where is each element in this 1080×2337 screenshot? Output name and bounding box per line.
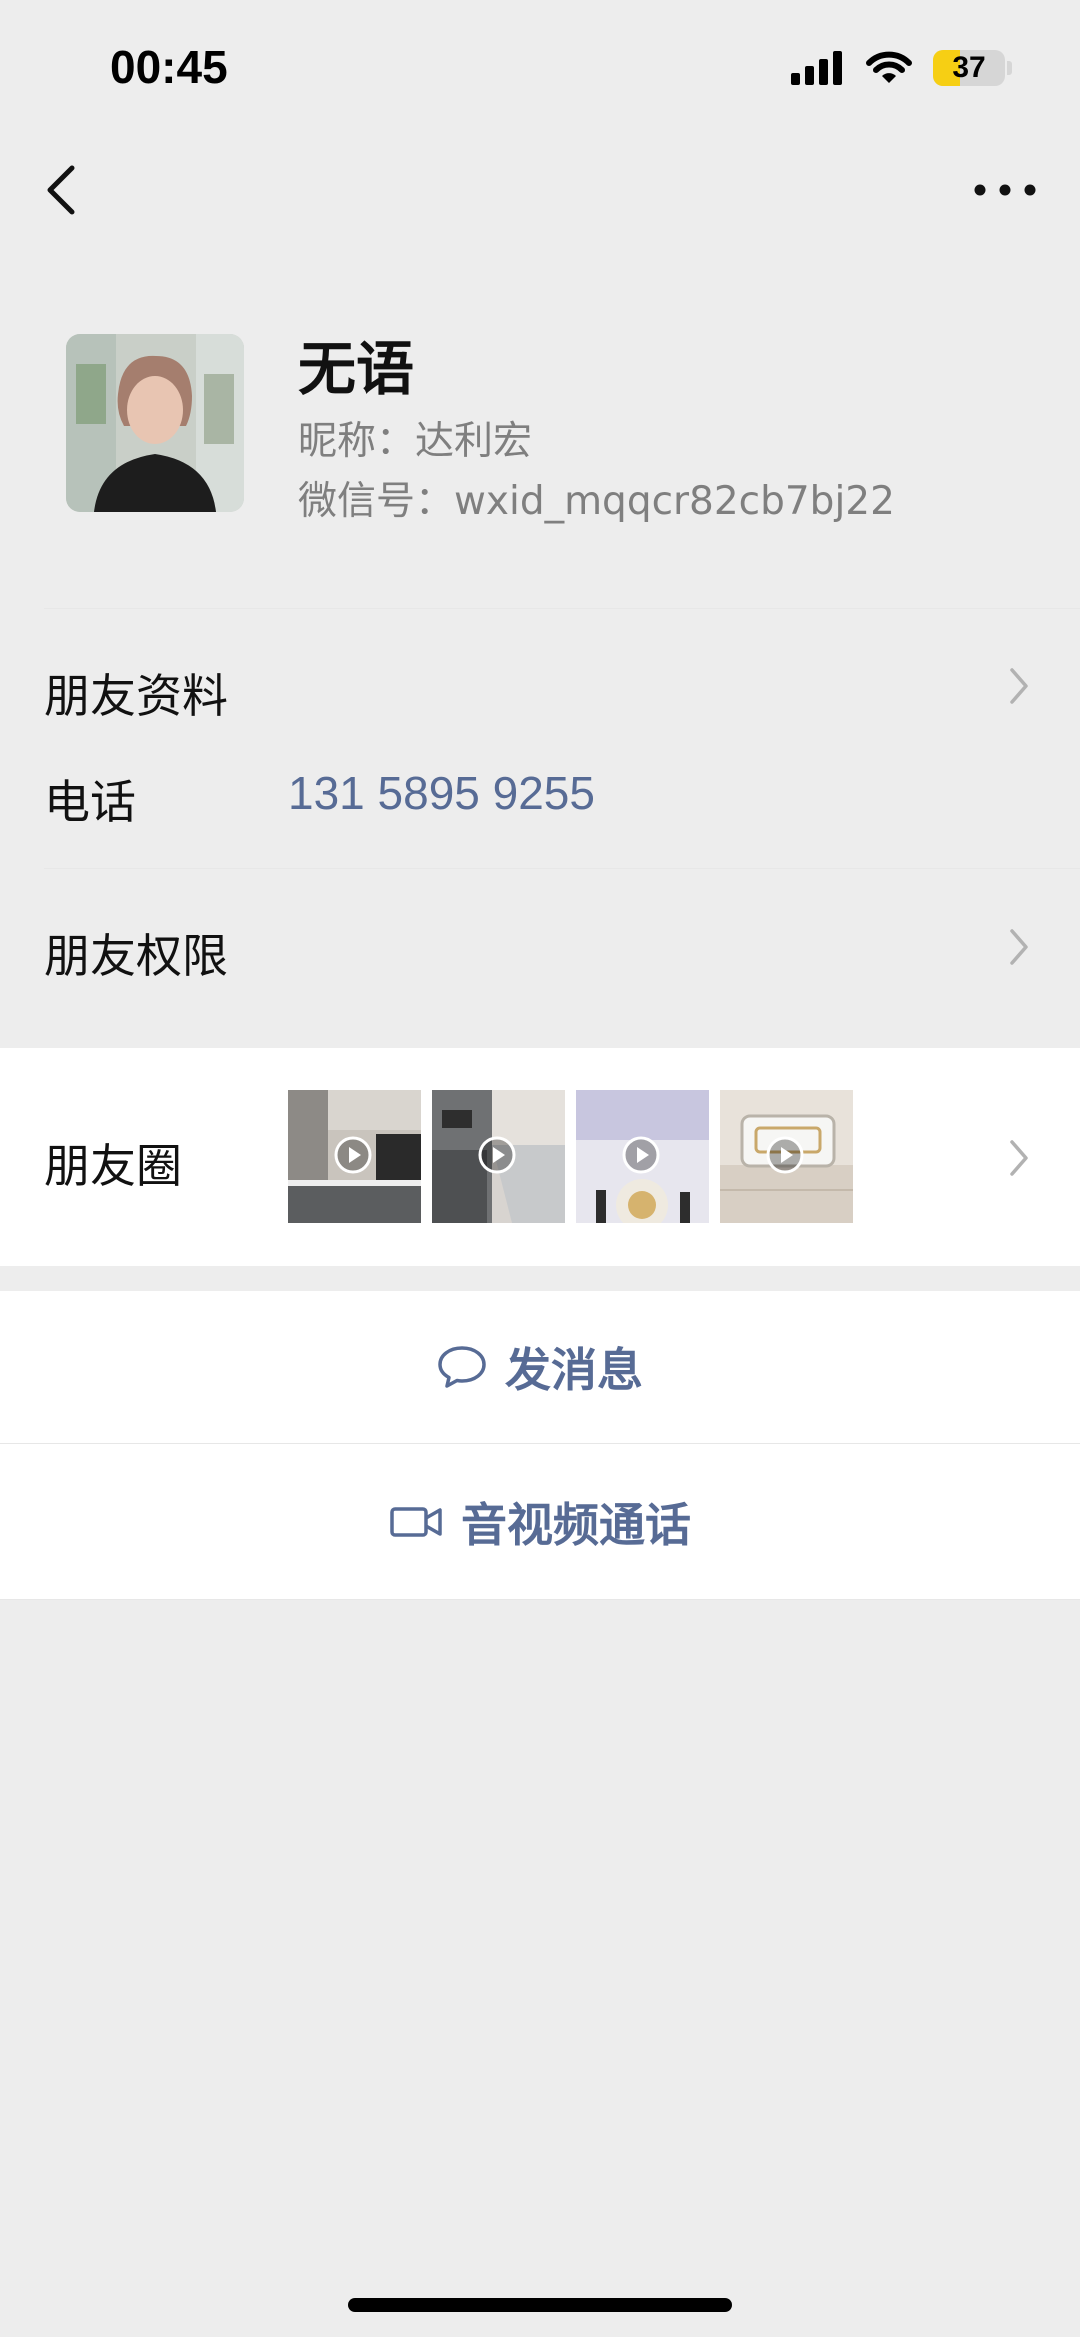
battery-level: 37 — [952, 51, 986, 84]
section-divider — [44, 608, 1080, 609]
battery-cap — [1007, 61, 1012, 75]
chat-bubble-icon — [438, 1346, 486, 1388]
wifi-icon — [866, 51, 912, 83]
chevron-right-icon — [1010, 929, 1028, 965]
back-arrow-icon[interactable] — [38, 160, 88, 220]
moments-label: 朋友圈 — [44, 1139, 182, 1193]
home-indicator[interactable] — [348, 2298, 732, 2312]
section-divider — [0, 1599, 1080, 1600]
moments-thumbnail[interactable] — [576, 1090, 709, 1223]
moments-thumbnail[interactable] — [720, 1090, 853, 1223]
chevron-right-icon — [1010, 668, 1028, 704]
status-time: 00:45 — [110, 41, 228, 93]
send-message-label: 发消息 — [505, 1343, 643, 1397]
display-name: 无语 — [298, 335, 415, 403]
play-icon — [766, 1136, 804, 1174]
moments-thumbnail[interactable] — [432, 1090, 565, 1223]
play-icon — [334, 1136, 372, 1174]
play-icon — [478, 1136, 516, 1174]
video-call-button[interactable]: 音视频通话 — [0, 1467, 1080, 1577]
video-camera-icon — [390, 1507, 442, 1537]
video-call-label: 音视频通话 — [461, 1498, 691, 1552]
cellular-signal-icon — [791, 51, 842, 85]
wechat-id: 微信号：wxid_mqqcr82cb7bj22 — [298, 479, 895, 524]
chevron-right-icon — [1010, 1140, 1028, 1176]
friend-info-label[interactable]: 朋友资料 — [44, 660, 228, 726]
phone-label: 电话 — [44, 775, 136, 829]
friend-permissions-label[interactable]: 朋友权限 — [44, 920, 228, 986]
battery-indicator: 37 — [933, 50, 1005, 86]
status-icons: 37 — [791, 50, 1012, 86]
play-icon — [622, 1136, 660, 1174]
section-divider — [44, 868, 1080, 869]
more-options-icon[interactable] — [970, 170, 1040, 210]
avatar[interactable] — [66, 334, 244, 512]
moments-thumbnail[interactable] — [288, 1090, 421, 1223]
send-message-button[interactable]: 发消息 — [0, 1312, 1080, 1422]
section-divider — [0, 1443, 1080, 1444]
nickname: 昵称：达利宏 — [298, 419, 533, 464]
phone-number-link[interactable]: 131 5895 9255 — [288, 766, 595, 820]
